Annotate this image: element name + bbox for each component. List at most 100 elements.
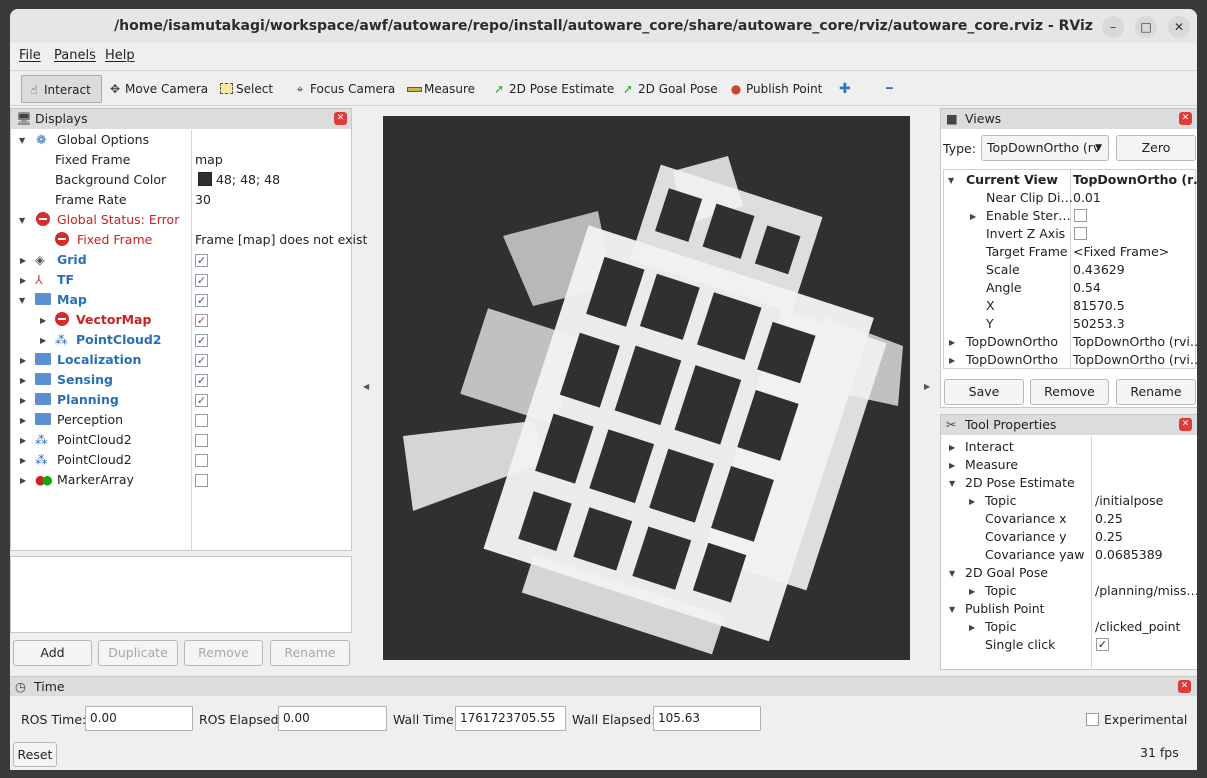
pose-topic-value[interactable]: /initialpose [1095, 491, 1163, 511]
expand-arrow-icon[interactable]: ▶ [969, 492, 975, 512]
expand-arrow-icon[interactable]: ▶ [20, 351, 26, 371]
view-type-value: TopDownOrtho (rv [987, 140, 1101, 155]
covariance-yaw-value[interactable]: 0.0685389 [1095, 545, 1163, 565]
move-camera-tool[interactable]: ✥ Move Camera [107, 75, 208, 103]
add-tool-button[interactable]: ✚ [839, 75, 851, 103]
background-color-value[interactable]: 48; 48; 48 [198, 170, 280, 190]
add-display-button[interactable]: Add [13, 640, 92, 666]
zero-button[interactable]: Zero [1116, 135, 1196, 161]
select-tool[interactable]: Select [218, 75, 273, 103]
ros-elapsed-field[interactable]: 0.00 [278, 706, 387, 731]
pointcloud2-b-checkbox[interactable] [195, 434, 208, 447]
fixed-frame-error-label: Fixed Frame [77, 232, 153, 247]
pointcloud2-c-checkbox[interactable] [195, 454, 208, 467]
invert-z-checkbox[interactable] [1074, 227, 1087, 240]
save-view-button[interactable]: Save [944, 379, 1024, 405]
x-value[interactable]: 81570.5 [1073, 296, 1125, 316]
angle-value[interactable]: 0.54 [1073, 278, 1101, 298]
axes-icon: ⅄ [35, 272, 43, 287]
target-frame-value[interactable]: <Fixed Frame> [1073, 242, 1169, 262]
expand-arrow-icon[interactable]: ▶ [949, 456, 955, 476]
menu-help[interactable]: Help [105, 48, 135, 63]
scale-value[interactable]: 0.43629 [1073, 260, 1125, 280]
perception-checkbox[interactable] [195, 414, 208, 427]
menu-panels[interactable]: Panels [54, 48, 96, 63]
sensing-checkbox[interactable]: ✓ [195, 374, 208, 387]
ros-time-label: ROS Time: [21, 712, 87, 727]
expand-arrow-icon[interactable]: ▼ [949, 600, 955, 620]
minimize-button[interactable]: – [1102, 16, 1124, 38]
reset-button[interactable]: Reset [13, 742, 57, 767]
single-click-checkbox[interactable]: ✓ [1096, 638, 1109, 651]
expand-arrow-icon[interactable]: ▶ [949, 438, 955, 458]
pointcloud2-checkbox[interactable]: ✓ [195, 334, 208, 347]
close-icon[interactable]: ✕ [1178, 680, 1191, 693]
ros-time-field[interactable]: 0.00 [85, 706, 193, 731]
publish-point-tool[interactable]: ● Publish Point [728, 75, 823, 103]
expand-arrow-icon[interactable]: ▶ [40, 311, 46, 331]
expand-arrow-icon[interactable]: ▼ [19, 291, 25, 311]
vectormap-checkbox[interactable]: ✓ [195, 314, 208, 327]
wall-time-field[interactable]: 1761723705.55 [455, 706, 566, 731]
expand-arrow-icon[interactable]: ▶ [20, 411, 26, 431]
expand-arrow-icon[interactable]: ▶ [40, 331, 46, 351]
collapse-right-icon[interactable]: ▶ [924, 382, 930, 391]
frame-rate-value[interactable]: 30 [195, 190, 211, 210]
grid-checkbox[interactable]: ✓ [195, 254, 208, 267]
expand-arrow-icon[interactable]: ▶ [20, 271, 26, 291]
maximize-button[interactable]: □ [1135, 16, 1157, 38]
experimental-checkbox[interactable] [1086, 713, 1099, 726]
expand-arrow-icon[interactable]: ▶ [20, 251, 26, 271]
background-color-text: 48; 48; 48 [215, 172, 281, 187]
expand-arrow-icon[interactable]: ▶ [20, 391, 26, 411]
expand-arrow-icon[interactable]: ▼ [19, 211, 25, 231]
markerarray-checkbox[interactable] [195, 474, 208, 487]
close-icon[interactable]: ✕ [1179, 112, 1192, 125]
expand-arrow-icon[interactable]: ▼ [19, 131, 25, 151]
expand-arrow-icon[interactable]: ▶ [969, 618, 975, 638]
expand-arrow-icon[interactable]: ▶ [20, 471, 26, 491]
expand-arrow-icon[interactable]: ▶ [20, 451, 26, 471]
goal-pose-tool[interactable]: ➚ 2D Goal Pose [620, 75, 718, 103]
render-viewport[interactable] [383, 116, 910, 660]
rename-display-button[interactable]: Rename [270, 640, 350, 666]
y-value[interactable]: 50253.3 [1073, 314, 1125, 334]
planning-checkbox[interactable]: ✓ [195, 394, 208, 407]
interact-tool[interactable]: ☝ Interact [21, 75, 102, 103]
expand-arrow-icon[interactable]: ▶ [20, 371, 26, 391]
goal-topic-value[interactable]: /planning/miss… [1095, 581, 1197, 601]
fixed-frame-value[interactable]: map [195, 150, 223, 170]
close-window-button[interactable]: ✕ [1168, 16, 1190, 38]
covariance-y-value[interactable]: 0.25 [1095, 527, 1123, 547]
gear-icon: ❁ [36, 132, 47, 147]
covariance-x-value[interactable]: 0.25 [1095, 509, 1123, 529]
wall-elapsed-field[interactable]: 105.63 [653, 706, 761, 731]
covariance-y-label: Covariance y [985, 529, 1067, 544]
remove-display-button[interactable]: Remove [184, 640, 263, 666]
menu-file[interactable]: File [19, 48, 41, 63]
close-icon[interactable]: ✕ [334, 112, 347, 125]
expand-arrow-icon[interactable]: ▼ [949, 474, 955, 494]
near-clip-value[interactable]: 0.01 [1073, 188, 1101, 208]
collapse-left-icon[interactable]: ◀ [363, 382, 369, 391]
expand-arrow-icon[interactable]: ▶ [949, 333, 955, 353]
pose-estimate-tool[interactable]: ➚ 2D Pose Estimate [491, 75, 614, 103]
remove-tool-button[interactable]: ━ [886, 75, 893, 103]
remove-view-button[interactable]: Remove [1030, 379, 1109, 405]
expand-arrow-icon[interactable]: ▶ [20, 431, 26, 451]
focus-camera-tool[interactable]: ⌖ Focus Camera [292, 75, 396, 103]
measure-tool[interactable]: Measure [406, 75, 475, 103]
close-icon[interactable]: ✕ [1179, 418, 1192, 431]
tf-checkbox[interactable]: ✓ [195, 274, 208, 287]
enable-stereo-checkbox[interactable] [1074, 209, 1087, 222]
expand-arrow-icon[interactable]: ▼ [948, 171, 954, 191]
expand-arrow-icon[interactable]: ▼ [949, 564, 955, 584]
duplicate-display-button[interactable]: Duplicate [98, 640, 178, 666]
expand-arrow-icon[interactable]: ▶ [970, 207, 976, 227]
map-checkbox[interactable]: ✓ [195, 294, 208, 307]
pp-topic-value[interactable]: /clicked_point [1095, 617, 1180, 637]
rename-view-button[interactable]: Rename [1116, 379, 1196, 405]
localization-checkbox[interactable]: ✓ [195, 354, 208, 367]
expand-arrow-icon[interactable]: ▶ [949, 351, 955, 371]
view-type-select[interactable]: TopDownOrtho (rv ▼ [981, 135, 1109, 161]
